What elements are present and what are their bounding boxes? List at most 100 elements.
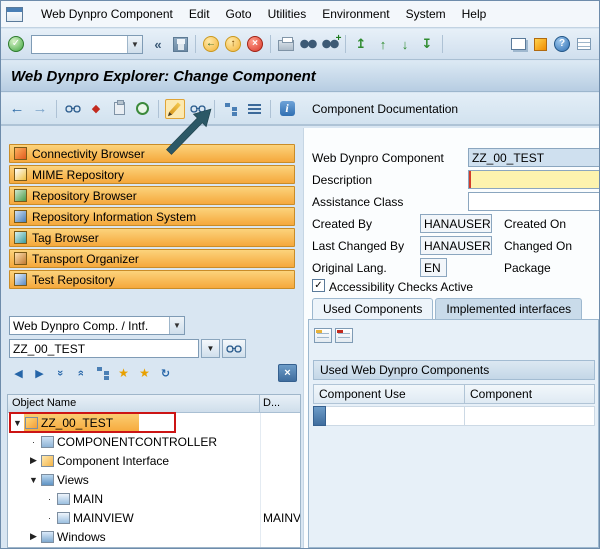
copy-button[interactable] — [109, 99, 129, 119]
test-repository-button[interactable]: Test Repository — [9, 270, 295, 289]
tab-used-components[interactable]: Used Components — [312, 298, 433, 319]
print-button[interactable] — [276, 34, 296, 54]
next-page-button[interactable]: ↓ — [395, 34, 415, 54]
expand-all-button[interactable]: » — [51, 364, 70, 382]
tree-column-object-name[interactable]: Object Name — [8, 395, 260, 412]
test-button[interactable]: ◆ — [86, 99, 106, 119]
save-button[interactable] — [170, 34, 190, 54]
list-icon — [248, 103, 261, 115]
tree-row-web-dynpro-applications[interactable]: ▶ Web Dynpro Applications — [8, 546, 300, 548]
add-favorite-button[interactable]: ★ — [114, 364, 133, 382]
tree-row-component-interface[interactable]: ▶ Component Interface — [8, 451, 300, 470]
previous-object-button[interactable]: ◀ — [9, 364, 28, 382]
object-name-dropdown-button[interactable]: ▼ — [201, 339, 220, 358]
created-by-field[interactable]: HANAUSER — [420, 214, 492, 233]
expander-icon[interactable]: ▶ — [27, 531, 40, 542]
command-dropdown-icon[interactable]: ▼ — [127, 36, 142, 53]
accessibility-checkbox[interactable]: ✓ — [312, 279, 325, 292]
back-button[interactable]: ← — [201, 34, 221, 54]
display-glasses-icon — [65, 105, 81, 113]
browser-button-label: Test Repository — [32, 273, 115, 287]
expander-icon[interactable]: ▶ — [27, 455, 40, 466]
tree-row-windows[interactable]: ▶ Windows — [8, 527, 300, 546]
connectivity-browser-button[interactable]: Connectivity Browser — [9, 144, 295, 163]
delete-row-icon[interactable] — [335, 328, 353, 343]
row-selector[interactable] — [313, 406, 326, 426]
browser-button-label: Repository Browser — [32, 189, 137, 203]
main-area: Connectivity Browser MIME Repository Rep… — [1, 128, 599, 548]
tree-row-componentcontroller[interactable]: · COMPONENTCONTROLLER — [8, 432, 300, 451]
tree-column-d[interactable]: D... — [260, 395, 300, 412]
menu-utilities[interactable]: Utilities — [260, 3, 315, 25]
original-lang-field[interactable]: EN — [420, 258, 447, 277]
tree-row-component[interactable]: ▼ ZZ_00_TEST — [8, 413, 300, 432]
info-button[interactable]: i — [277, 99, 297, 119]
expander-icon[interactable]: ▼ — [11, 418, 24, 428]
check-button[interactable] — [132, 99, 152, 119]
tree-row-mainview[interactable]: · MAINVIEW MAINV — [8, 508, 300, 527]
repository-information-system-button[interactable]: Repository Information System — [9, 207, 295, 226]
menu-help[interactable]: Help — [454, 3, 495, 25]
component-field[interactable]: ZZ_00_TEST — [468, 148, 600, 167]
nav-forward-button[interactable]: → — [30, 99, 50, 119]
column-component[interactable]: Component — [465, 384, 595, 404]
component-documentation-button[interactable]: Component Documentation — [308, 100, 462, 118]
customize-layout-button[interactable] — [574, 34, 594, 54]
collapse-all-button[interactable]: » — [72, 364, 91, 382]
help-button[interactable]: ? — [552, 34, 572, 54]
assistance-class-field[interactable] — [468, 192, 600, 211]
enter-button[interactable]: ✓ — [6, 34, 26, 54]
description-field[interactable] — [468, 170, 600, 189]
connectivity-browser-icon — [14, 147, 27, 160]
column-component-use[interactable]: Component Use — [313, 384, 465, 404]
chevrons-icon: « — [154, 37, 161, 52]
find-next-button[interactable] — [320, 34, 340, 54]
menu-goto[interactable]: Goto — [218, 3, 260, 25]
component-cell[interactable] — [465, 406, 595, 426]
tab-implemented-interfaces[interactable]: Implemented interfaces — [435, 298, 582, 319]
cancel-button[interactable]: × — [245, 34, 265, 54]
tag-browser-button[interactable]: Tag Browser — [9, 228, 295, 247]
tree-row-main[interactable]: · MAIN — [8, 489, 300, 508]
transport-organizer-button[interactable]: Transport Organizer — [9, 249, 295, 268]
menu-system[interactable]: System — [398, 3, 454, 25]
object-type-dropdown-icon[interactable]: ▼ — [169, 317, 184, 334]
insert-row-icon[interactable] — [314, 328, 332, 343]
command-input[interactable] — [32, 36, 127, 53]
changed-on-label: Changed On — [504, 239, 572, 253]
new-session-button[interactable] — [508, 34, 528, 54]
favorites-button[interactable]: ★ — [135, 364, 154, 382]
create-shortcut-button[interactable] — [530, 34, 550, 54]
toolbar-separator — [442, 35, 443, 53]
display-object-button[interactable] — [222, 339, 246, 358]
repository-browser-button[interactable]: Repository Browser — [9, 186, 295, 205]
mime-repository-button[interactable]: MIME Repository — [9, 165, 295, 184]
system-menu-icon[interactable] — [6, 7, 23, 22]
toolbar-separator — [56, 100, 57, 118]
refresh-button[interactable]: ↻ — [156, 364, 175, 382]
exit-button[interactable]: ↑ — [223, 34, 243, 54]
last-changed-by-field[interactable]: HANAUSER — [420, 236, 492, 255]
annotation-arrow — [161, 104, 217, 156]
other-object-button[interactable] — [63, 99, 83, 119]
close-browser-button[interactable]: × — [278, 364, 297, 382]
last-page-button[interactable]: ↧ — [417, 34, 437, 54]
find-button[interactable] — [298, 34, 318, 54]
component-use-cell[interactable] — [326, 406, 465, 426]
first-page-button[interactable]: ↥ — [351, 34, 371, 54]
menu-environment[interactable]: Environment — [314, 3, 397, 25]
object-type-select[interactable]: Web Dynpro Comp. / Intf. ▼ — [9, 316, 185, 335]
hierarchy-button[interactable] — [221, 99, 241, 119]
menu-web-dynpro-component[interactable]: Web Dynpro Component — [33, 3, 181, 25]
description-label: Description — [312, 173, 372, 187]
focus-subtree-button[interactable] — [93, 364, 112, 382]
menu-edit[interactable]: Edit — [181, 3, 218, 25]
expander-icon[interactable]: ▼ — [27, 475, 40, 485]
previous-page-button[interactable]: ↑ — [373, 34, 393, 54]
collapse-command-button[interactable]: « — [148, 34, 168, 54]
object-name-input[interactable] — [9, 339, 199, 358]
tree-row-views[interactable]: ▼ Views — [8, 470, 300, 489]
list-button[interactable] — [244, 99, 264, 119]
next-object-button[interactable]: ▶ — [30, 364, 49, 382]
nav-back-button[interactable]: ← — [7, 99, 27, 119]
